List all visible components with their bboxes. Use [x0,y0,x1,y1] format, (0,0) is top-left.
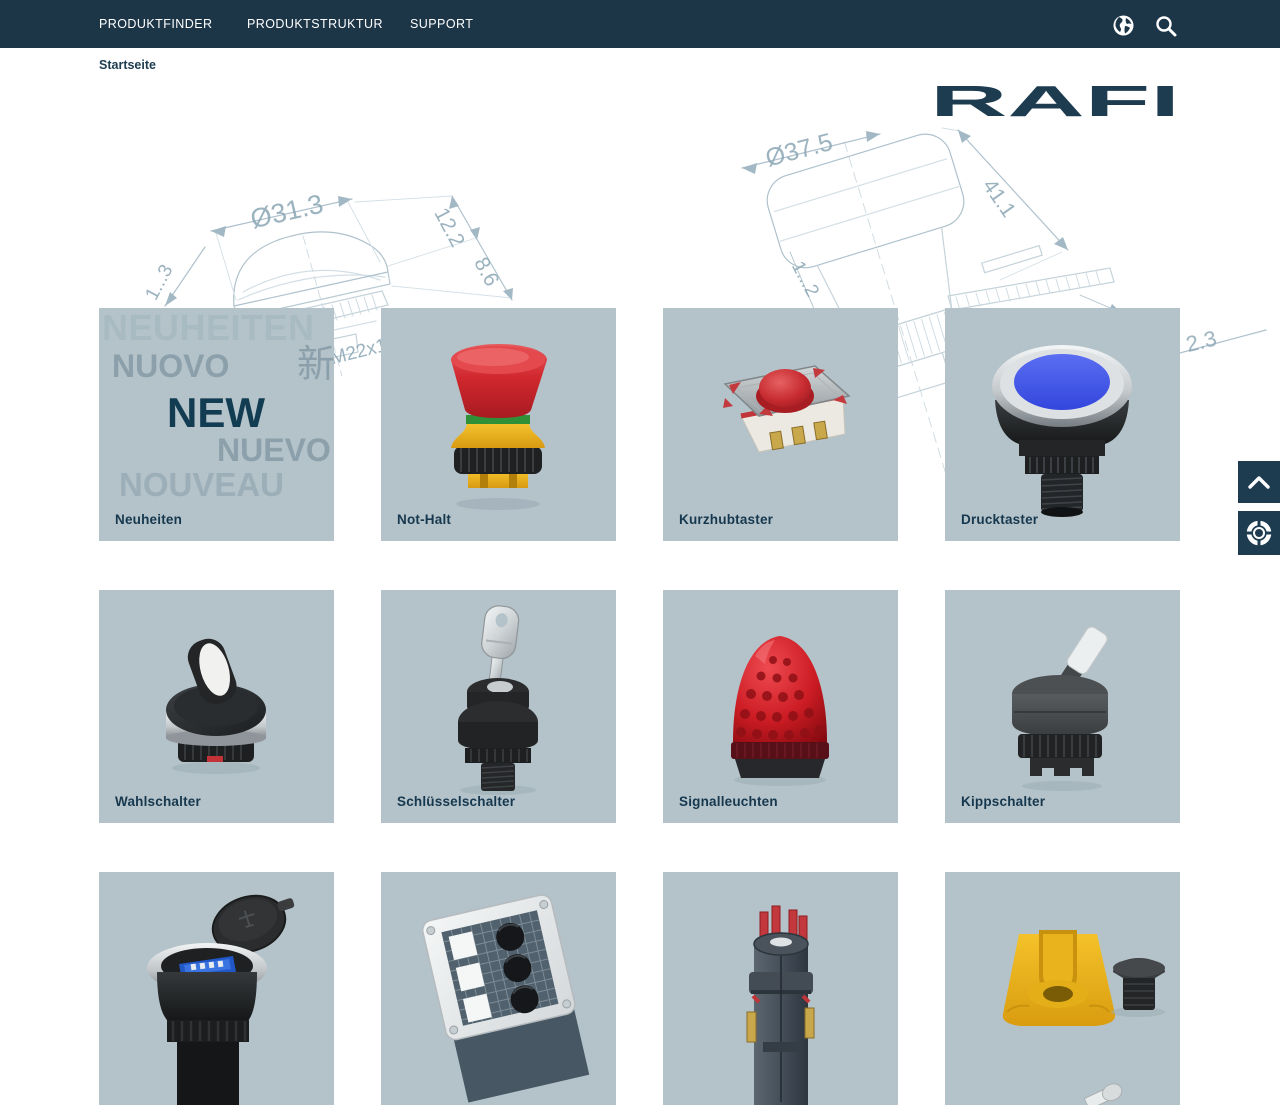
rafi-productfinder-page: { "header": { "nav": [ { "label": "PRODU… [0,0,1280,1024]
tile-not-halt[interactable]: Not-Halt [381,308,616,541]
dim-diameter-right: Ø37.5 [763,128,836,173]
dim-8-6: 8.6 [469,254,503,291]
lifebuoy-icon [1245,519,1273,547]
dim-41-1: 41.1 [978,175,1020,222]
rafi-logo-text: RAFI [930,82,1180,122]
tact-switch-image [663,308,898,541]
chevron-up-icon [1247,474,1271,490]
nav-item-produktstruktur[interactable]: PRODUKTSTRUKTUR [247,0,383,48]
tile-label: Not-Halt [397,512,451,527]
search-icon[interactable] [1154,14,1178,43]
new-word-de: NEUHEITEN [102,310,315,346]
dim-12-2: 12.2 [429,204,468,251]
toggle-switch-image [945,590,1180,823]
support-contact-button[interactable] [1238,511,1280,555]
tile-switch-element[interactable] [663,872,898,1105]
tile-label: Wahlschalter [115,794,201,809]
tile-schluesselschalter[interactable]: Schlüsselschalter [381,590,616,823]
signal-lamp-image [663,590,898,823]
tile-label: Signalleuchten [679,794,778,809]
new-word-it: NUOVO [112,350,229,382]
tile-enclosure[interactable] [381,872,616,1105]
new-word-zh: 新 [297,346,334,384]
tile-label: Kippschalter [961,794,1045,809]
new-word-en: NEW [167,392,265,434]
dim-diameter-left: Ø31.3 [248,189,326,235]
top-navigation-bar: PRODUKTFINDER PRODUKTSTRUKTUR SUPPORT [0,0,1280,48]
nav-item-produktfinder[interactable]: PRODUKTFINDER [99,0,213,48]
rafi-logo: RAFI [930,82,1182,127]
tile-wahlschalter[interactable]: Wahlschalter [99,590,334,823]
tile-accessories[interactable] [945,872,1180,1105]
tile-label: Neuheiten [115,512,182,527]
tile-label: Kurzhubtaster [679,512,773,527]
scroll-to-top-button[interactable] [1238,461,1280,503]
pushbutton-image [945,308,1180,541]
emergency-stop-image [381,308,616,541]
switch-element-image [663,872,898,1105]
dim-range-right: 1...2 [787,258,823,301]
globe-language-icon[interactable] [1112,14,1135,42]
new-word-fr: NOUVEAU [119,468,284,501]
tile-label: Drucktaster [961,512,1038,527]
key-switch-image [381,590,616,823]
tile-neuheiten[interactable]: NEUHEITEN NUOVO 新 NEW NUEVO NOUVEAU Neuh… [99,308,334,541]
breadcrumb[interactable]: Startseite [99,58,156,72]
tile-label: Schlüsselschalter [397,794,515,809]
new-word-es: NUEVO [217,434,331,466]
tile-signalleuchten[interactable]: Signalleuchten [663,590,898,823]
tile-drucktaster[interactable]: Drucktaster [945,308,1180,541]
usb-socket-image [99,872,334,1105]
tile-kurzhubtaster[interactable]: Kurzhubtaster [663,308,898,541]
guard-ring-and-cap-image [945,872,1180,1105]
nav-item-support[interactable]: SUPPORT [410,0,473,48]
dim-range-left: 1...3 [142,261,178,304]
tile-usb-socket[interactable] [99,872,334,1105]
enclosure-box-image [381,872,616,1105]
selector-switch-image [99,590,334,823]
dim-2-3: 2.3 [1184,326,1219,357]
tile-kippschalter[interactable]: Kippschalter [945,590,1180,823]
dim-thread: M22x1 [328,335,388,369]
